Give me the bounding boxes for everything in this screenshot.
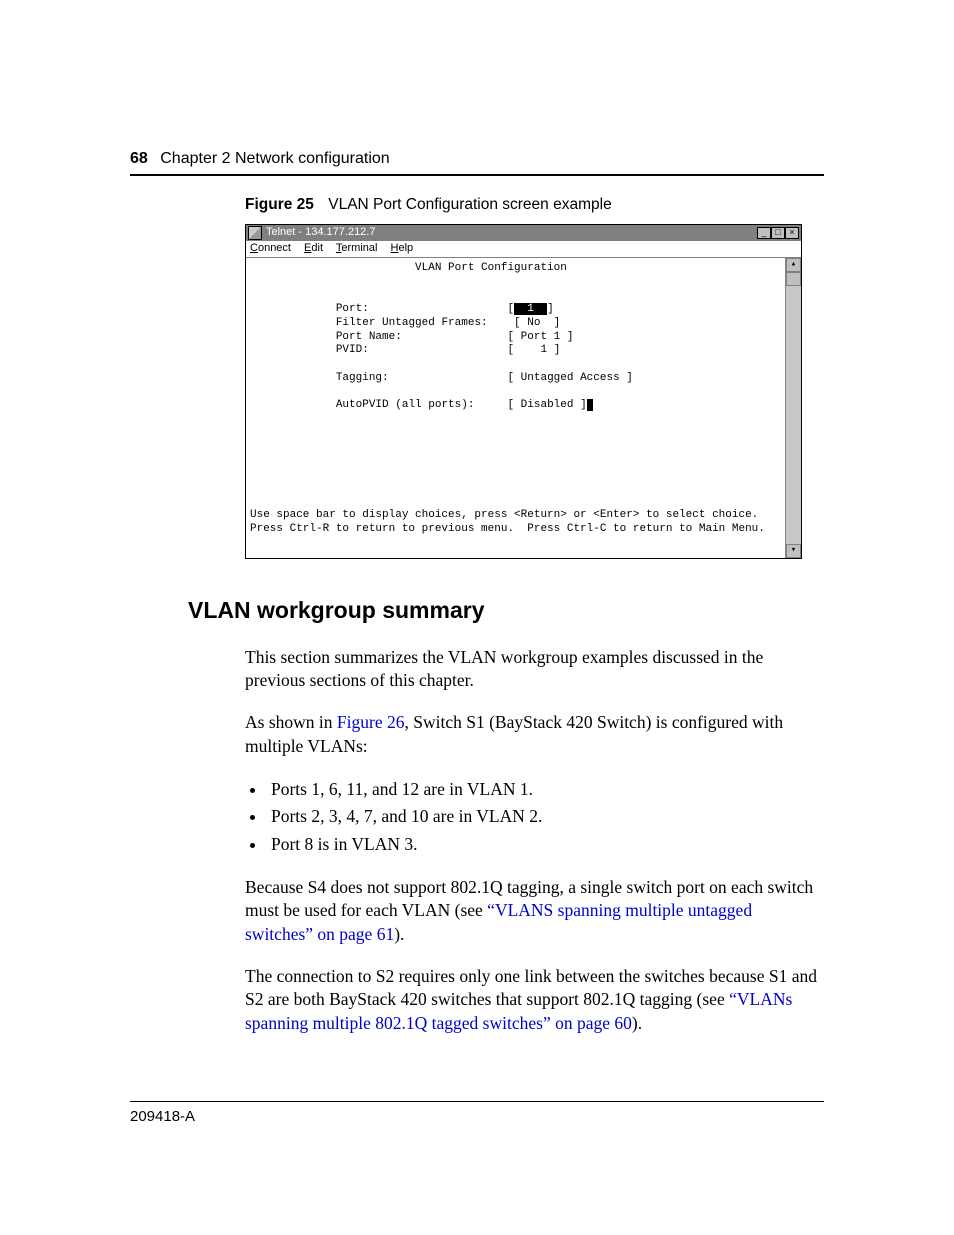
menu-edit[interactable]: Edit [304,242,323,254]
menu-connect[interactable]: Connect [250,242,291,254]
paragraph: This section summarizes the VLAN workgro… [245,646,824,693]
list-item: Ports 1, 6, 11, and 12 are in VLAN 1. [267,776,824,803]
maximize-button[interactable]: □ [771,227,785,239]
running-header: 68 Chapter 2 Network configuration [130,150,824,168]
header-rule [130,174,824,176]
chapter-title: Chapter 2 Network configuration [160,150,389,167]
list-item: Ports 2, 3, 4, 7, and 10 are in VLAN 2. [267,803,824,830]
close-button[interactable]: × [785,227,799,239]
paragraph: The connection to S2 requires only one l… [245,965,824,1036]
scrollbar[interactable]: ▴ ▾ [785,258,801,558]
window-titlebar: Telnet - 134.177.212.7 _ □ × [246,225,801,241]
page-footer: 209418-A [130,1101,824,1125]
paragraph: As shown in Figure 26, Switch S1 (BaySta… [245,711,824,758]
figure-block: Figure 25 VLAN Port Configuration screen… [245,196,824,559]
document-id: 209418-A [130,1108,824,1125]
window-title: Telnet - 134.177.212.7 [266,226,757,240]
scroll-up-icon[interactable]: ▴ [786,258,801,272]
window-controls: _ □ × [757,227,799,239]
scroll-down-icon[interactable]: ▾ [786,544,801,558]
paragraph: Because S4 does not support 802.1Q taggi… [245,876,824,947]
section-heading: VLAN workgroup summary [188,597,824,624]
terminal-wrap: VLAN Port Configuration Port: [ 1 ] Filt… [246,258,801,558]
telnet-window: Telnet - 134.177.212.7 _ □ × Connect Edi… [245,224,802,559]
terminal-output[interactable]: VLAN Port Configuration Port: [ 1 ] Filt… [246,258,785,558]
page: 68 Chapter 2 Network configuration Figur… [0,0,954,1235]
list-item: Port 8 is in VLAN 3. [267,831,824,858]
bullet-list: Ports 1, 6, 11, and 12 are in VLAN 1. Po… [245,776,824,857]
figure-caption: Figure 25 VLAN Port Configuration screen… [245,196,824,214]
footer-rule [130,1101,824,1102]
figure-link[interactable]: Figure 26 [337,712,405,732]
figure-caption-text: VLAN Port Configuration screen example [328,196,611,213]
section-body: This section summarizes the VLAN workgro… [245,646,824,1036]
scroll-track[interactable] [786,286,801,544]
scroll-thumb[interactable] [786,272,801,286]
figure-label: Figure 25 [245,196,314,213]
page-number: 68 [130,150,148,167]
menu-bar: Connect Edit Terminal Help [246,241,801,258]
app-icon [248,226,262,240]
minimize-button[interactable]: _ [757,227,771,239]
menu-help[interactable]: Help [391,242,414,254]
menu-terminal[interactable]: Terminal [336,242,378,254]
